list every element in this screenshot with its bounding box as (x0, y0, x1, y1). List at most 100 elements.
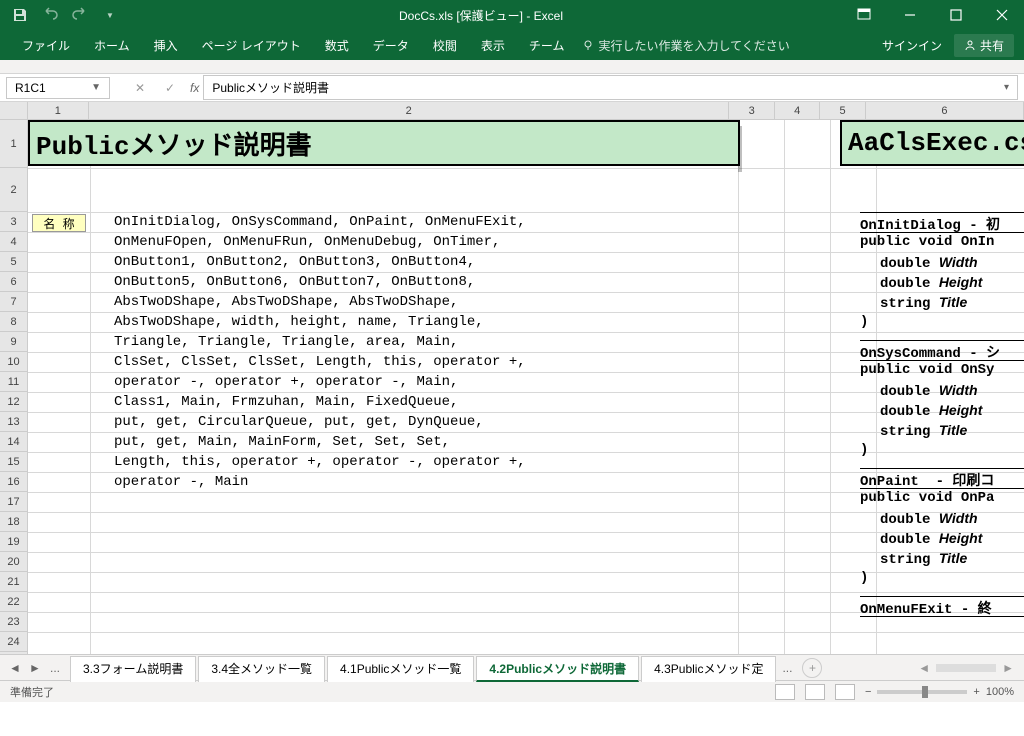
method-line[interactable]: AbsTwoDShape, width, height, name, Trian… (114, 314, 484, 330)
block-param[interactable]: double Height (880, 530, 982, 548)
method-line[interactable]: OnButton1, OnButton2, OnButton3, OnButto… (114, 254, 475, 270)
save-icon[interactable] (10, 5, 30, 25)
method-line[interactable]: Length, this, operator +, operator -, op… (114, 454, 526, 470)
row-header[interactable]: 12 (0, 392, 27, 412)
tab-view[interactable]: 表示 (469, 30, 517, 60)
sheet-tab[interactable]: 4.2Publicメソッド説明書 (476, 656, 639, 682)
block-sig[interactable]: public void OnPa (860, 490, 994, 506)
block-end[interactable]: ) (860, 442, 868, 458)
method-line[interactable]: OnInitDialog, OnSysCommand, OnPaint, OnM… (114, 214, 526, 230)
spreadsheet-grid[interactable]: 1 2 3 4 5 6 1 2 3 4 5 6 7 8 9 10 11 12 1… (0, 102, 1024, 654)
row-header[interactable]: 21 (0, 572, 27, 592)
signin-link[interactable]: サインイン (882, 37, 942, 54)
row-header[interactable]: 5 (0, 252, 27, 272)
view-pagebreak-icon[interactable] (835, 684, 855, 700)
block-head[interactable]: OnPaint - 印刷コ (860, 470, 994, 490)
block-param[interactable]: double Width (880, 254, 978, 272)
select-all-corner[interactable] (0, 102, 28, 119)
tab-insert[interactable]: 挿入 (142, 30, 190, 60)
row-header[interactable]: 11 (0, 372, 27, 392)
col-header[interactable]: 2 (89, 102, 729, 119)
zoom-in-button[interactable]: + (973, 686, 979, 698)
minimize-button[interactable] (888, 0, 932, 30)
close-button[interactable] (980, 0, 1024, 30)
block-head[interactable]: OnSysCommand - シ (860, 342, 1000, 362)
tab-home[interactable]: ホーム (82, 30, 142, 60)
tab-more[interactable]: ... (778, 661, 796, 675)
block-param[interactable]: double Width (880, 382, 978, 400)
method-line[interactable]: ClsSet, ClsSet, ClsSet, Length, this, op… (114, 354, 526, 370)
row-header[interactable]: 8 (0, 312, 27, 332)
chevron-down-icon[interactable]: ▼ (91, 82, 101, 93)
block-param[interactable]: double Width (880, 510, 978, 528)
cancel-formula-icon[interactable]: ✕ (130, 81, 150, 95)
row-header[interactable]: 4 (0, 232, 27, 252)
label-cell[interactable]: 名 称 (32, 214, 86, 232)
method-line[interactable]: operator -, Main (114, 474, 248, 490)
ribbon-options-icon[interactable] (842, 0, 886, 30)
block-param[interactable]: double Height (880, 274, 982, 292)
tab-file[interactable]: ファイル (10, 30, 82, 60)
method-line[interactable]: OnButton5, OnButton6, OnButton7, OnButto… (114, 274, 475, 290)
title-cell[interactable]: Publicメソッド説明書 (28, 120, 740, 166)
tab-formulas[interactable]: 数式 (313, 30, 361, 60)
sheet-tab[interactable]: 3.4全メソッド一覧 (198, 656, 325, 682)
col-header[interactable]: 5 (820, 102, 865, 119)
col-header[interactable]: 4 (775, 102, 820, 119)
row-header[interactable]: 14 (0, 432, 27, 452)
block-head[interactable]: OnMenuFExit - 終 (860, 598, 992, 618)
sheet-tab[interactable]: 3.3フォーム説明書 (70, 656, 196, 682)
tab-ellipsis[interactable]: ... (48, 661, 62, 675)
row-header[interactable]: 23 (0, 612, 27, 632)
row-header[interactable]: 7 (0, 292, 27, 312)
method-line[interactable]: put, get, Main, MainForm, Set, Set, Set, (114, 434, 450, 450)
cells-area[interactable]: Publicメソッド説明書 AaClsExec.cs 名 称 OnInitDia… (28, 120, 1024, 654)
block-param[interactable]: string Title (880, 294, 967, 312)
method-line[interactable]: Class1, Main, Frmzuhan, Main, FixedQueue… (114, 394, 458, 410)
col-header[interactable]: 1 (28, 102, 89, 119)
tab-team[interactable]: チーム (517, 30, 577, 60)
col-header[interactable]: 3 (729, 102, 774, 119)
block-sig[interactable]: public void OnSy (860, 362, 994, 378)
tab-last-icon[interactable]: ► (28, 661, 42, 675)
block-end[interactable]: ) (860, 570, 868, 586)
row-header[interactable]: 3 (0, 212, 27, 232)
method-line[interactable]: Triangle, Triangle, Triangle, area, Main… (114, 334, 458, 350)
method-line[interactable]: AbsTwoDShape, AbsTwoDShape, AbsTwoDShape… (114, 294, 458, 310)
block-param[interactable]: string Title (880, 422, 967, 440)
block-sig[interactable]: public void OnIn (860, 234, 994, 250)
expand-formula-icon[interactable]: ▾ (1004, 82, 1009, 93)
row-header[interactable]: 24 (0, 632, 27, 652)
tab-scroll-left-icon[interactable]: ◄ (918, 661, 930, 675)
row-header[interactable]: 13 (0, 412, 27, 432)
row-header[interactable]: 2 (0, 168, 27, 212)
name-box[interactable]: R1C1 ▼ (6, 77, 110, 99)
sheet-tab[interactable]: 4.1Publicメソッド一覧 (327, 656, 474, 682)
share-button[interactable]: 共有 (954, 34, 1014, 57)
row-header[interactable]: 10 (0, 352, 27, 372)
enter-formula-icon[interactable]: ✓ (160, 81, 180, 95)
tab-review[interactable]: 校閲 (421, 30, 469, 60)
row-header[interactable]: 6 (0, 272, 27, 292)
method-line[interactable]: put, get, CircularQueue, put, get, DynQu… (114, 414, 484, 430)
tab-first-icon[interactable]: ◄ (8, 661, 22, 675)
fx-icon[interactable]: fx (190, 81, 199, 95)
method-line[interactable]: OnMenuFOpen, OnMenuFRun, OnMenuDebug, On… (114, 234, 500, 250)
row-header[interactable]: 22 (0, 592, 27, 612)
formula-input[interactable]: Publicメソッド説明書 ▾ (203, 75, 1018, 100)
undo-icon[interactable] (40, 5, 60, 25)
zoom-slider[interactable] (877, 690, 967, 694)
view-pagelayout-icon[interactable] (805, 684, 825, 700)
block-end[interactable]: ) (860, 314, 868, 330)
tab-data[interactable]: データ (361, 30, 421, 60)
tab-pagelayout[interactable]: ページ レイアウト (190, 30, 313, 60)
row-header[interactable]: 20 (0, 552, 27, 572)
block-param[interactable]: double Height (880, 402, 982, 420)
redo-icon[interactable] (70, 5, 90, 25)
qat-dropdown-icon[interactable]: ▼ (100, 5, 120, 25)
add-sheet-button[interactable]: + (802, 658, 822, 678)
tab-scrollbar[interactable] (936, 664, 996, 672)
title-cell-2[interactable]: AaClsExec.cs (840, 120, 1024, 166)
view-normal-icon[interactable] (775, 684, 795, 700)
zoom-out-button[interactable]: − (865, 686, 871, 698)
